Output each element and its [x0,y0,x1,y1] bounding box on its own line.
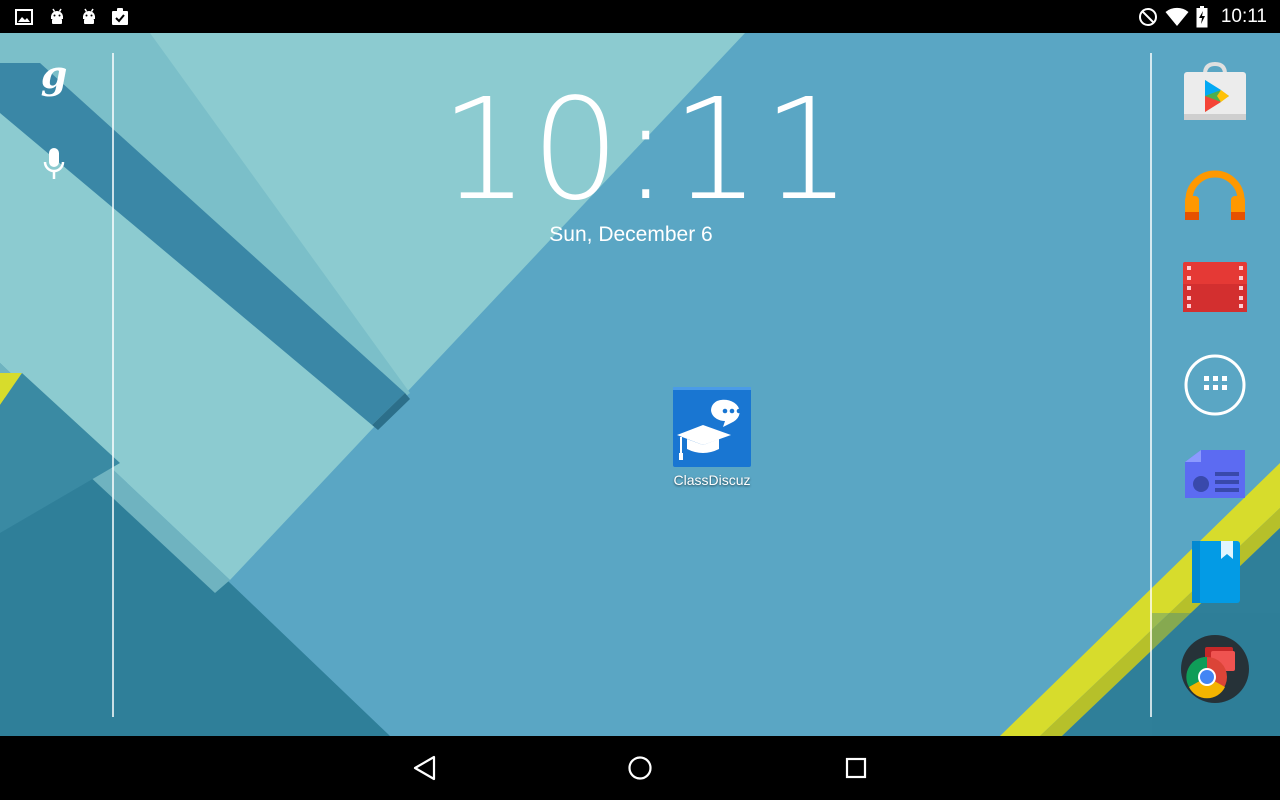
clipboard-check-icon [108,0,132,33]
home-icon[interactable] [610,744,670,792]
recents-icon[interactable] [826,744,886,792]
android-debug-icon [77,0,101,33]
back-icon[interactable] [395,744,455,792]
image-icon [12,0,36,33]
right-divider [1150,53,1152,717]
clock-date[interactable]: Sun, December 6 [500,223,762,247]
status-time: 10:11 [1220,6,1267,27]
clock-time[interactable]: 10:11 [440,81,851,221]
status-bar[interactable]: 10:11 [0,0,1280,33]
navigation-bar [0,736,1280,800]
app-label: ClassDiscuz [673,472,751,488]
chrome-icon[interactable] [1179,633,1251,705]
graduation-cap-chat-icon [673,387,751,467]
wifi-icon [1163,0,1191,33]
play-books-icon[interactable] [1179,537,1251,609]
battery-charging-icon [1194,0,1210,33]
play-music-icon[interactable] [1179,156,1251,228]
android-debug-icon [45,0,69,33]
home-screen[interactable]: g 10:11 Sun, December 6 ClassDiscuz [0,33,1280,736]
google-icon[interactable]: g [30,51,78,99]
microphone-icon[interactable] [30,140,78,188]
left-divider [112,53,114,717]
app-drawer-icon[interactable] [1179,349,1251,421]
play-store-icon[interactable] [1179,58,1251,130]
no-sim-icon [1136,0,1160,33]
newsstand-icon[interactable] [1179,442,1251,514]
play-movies-icon[interactable] [1179,254,1251,326]
google-label: g [40,52,68,97]
